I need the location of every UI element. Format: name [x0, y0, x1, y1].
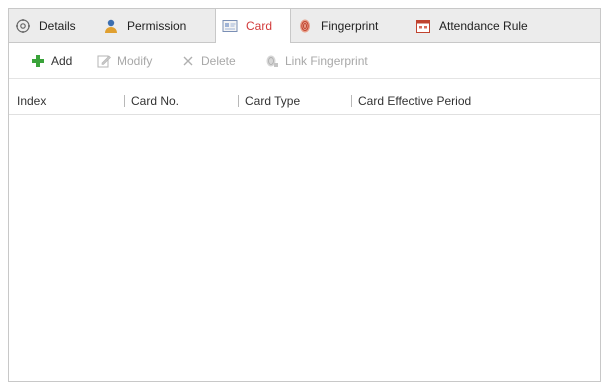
modify-button[interactable]: Modify — [97, 43, 152, 79]
column-header-index[interactable]: Index — [17, 87, 46, 115]
link-fingerprint-icon — [265, 54, 279, 68]
details-icon — [15, 18, 31, 34]
column-separator — [351, 95, 352, 107]
column-header-card-type[interactable]: Card Type — [238, 87, 300, 115]
column-header-card-type-label: Card Type — [245, 94, 301, 108]
delete-button[interactable]: Delete — [181, 43, 236, 79]
tab-permission[interactable]: Permission — [97, 9, 215, 43]
add-button[interactable]: Add — [31, 43, 72, 79]
column-header-card-no-label: Card No. — [131, 94, 180, 108]
column-header-card-no[interactable]: Card No. — [124, 87, 179, 115]
tab-details[interactable]: Details — [9, 9, 97, 43]
card-table-body[interactable] — [9, 115, 600, 381]
column-header-card-effective-period-label: Card Effective Period — [358, 94, 472, 108]
column-separator — [238, 95, 239, 107]
delete-button-label: Delete — [201, 54, 236, 68]
add-button-label: Add — [51, 54, 73, 68]
attendance-rule-icon — [415, 18, 431, 34]
tab-bar: Details Permission Card Fingerprint Atte… — [9, 9, 600, 43]
tab-permission-label: Permission — [127, 19, 187, 33]
link-fingerprint-button[interactable]: Link Fingerprint — [265, 43, 368, 79]
tab-fingerprint-label: Fingerprint — [321, 19, 379, 33]
tab-attendance-rule-label: Attendance Rule — [439, 19, 528, 33]
person-card-panel: Details Permission Card Fingerprint Atte… — [8, 8, 601, 382]
tab-attendance-rule[interactable]: Attendance Rule — [409, 9, 559, 43]
tab-card[interactable]: Card — [215, 9, 291, 43]
column-separator — [124, 95, 125, 107]
close-icon — [181, 54, 195, 68]
card-icon — [222, 18, 238, 34]
column-header-card-effective-period[interactable]: Card Effective Period — [351, 87, 471, 115]
modify-button-label: Modify — [117, 54, 153, 68]
card-table-header: Index Card No. Card Type Card Effective … — [9, 87, 600, 115]
permission-icon — [103, 18, 119, 34]
tab-fingerprint[interactable]: Fingerprint — [291, 9, 409, 43]
tab-details-label: Details — [39, 19, 76, 33]
edit-icon — [97, 54, 111, 68]
tab-card-label: Card — [246, 19, 273, 33]
link-fingerprint-button-label: Link Fingerprint — [285, 54, 368, 68]
plus-icon — [31, 54, 45, 68]
card-toolbar: Add Modify Delete Link Fingerprint — [9, 43, 600, 79]
fingerprint-icon — [297, 18, 313, 34]
column-header-index-label: Index — [17, 94, 47, 108]
